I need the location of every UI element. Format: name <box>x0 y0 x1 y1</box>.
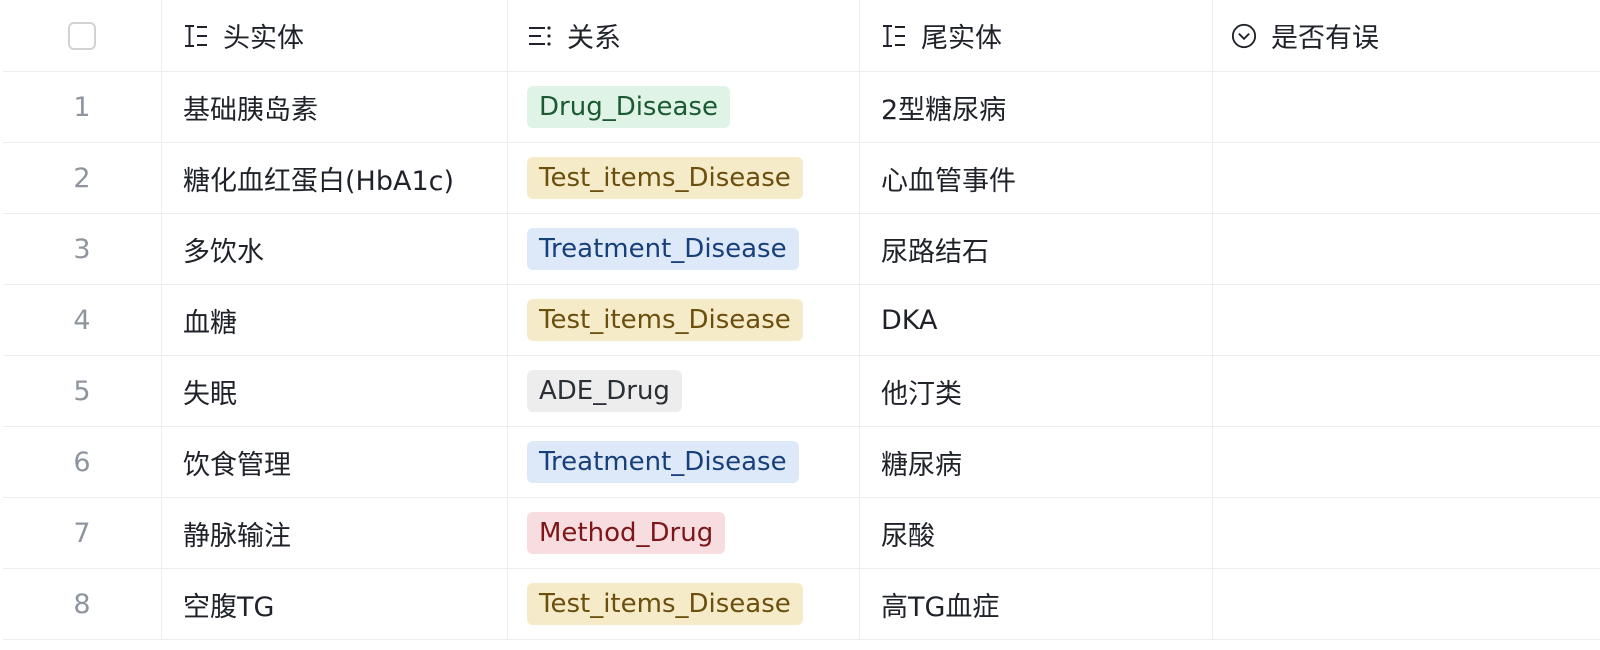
is-error-cell[interactable] <box>1213 214 1600 284</box>
table-row[interactable]: 5 失眠 ADE_Drug 他汀类 <box>3 356 1600 427</box>
tail-entity-cell[interactable]: 尿酸 <box>860 498 1213 568</box>
data-table: 头实体 关系 尾实体 是否有误 1 基础胰岛素 Drug_Disease 2型糖尿病 2… <box>3 0 1600 640</box>
relation-tag: Test_items_Disease <box>527 299 803 341</box>
head-entity-text: 糖化血红蛋白(HbA1c) <box>183 165 455 197</box>
multi-select-icon <box>527 23 553 49</box>
row-number-cell: 6 <box>3 427 162 497</box>
is-error-cell[interactable] <box>1213 569 1600 639</box>
relation-tag: Method_Drug <box>527 512 726 554</box>
head-entity-cell[interactable]: 血糖 <box>162 285 508 355</box>
table-row[interactable]: 7 静脉输注 Method_Drug 尿酸 <box>3 498 1600 569</box>
row-number: 8 <box>73 588 91 620</box>
relation-tag: ADE_Drug <box>527 370 682 412</box>
row-number-cell: 4 <box>3 285 162 355</box>
tail-entity-cell[interactable]: 糖尿病 <box>860 427 1213 497</box>
relation-cell[interactable]: Treatment_Disease <box>508 214 860 284</box>
table-row[interactable]: 3 多饮水 Treatment_Disease 尿路结石 <box>3 214 1600 285</box>
head-entity-cell[interactable]: 静脉输注 <box>162 498 508 568</box>
row-number-cell: 1 <box>3 72 162 142</box>
head-entity-text: 失眠 <box>183 378 237 410</box>
tail-entity-text: 心血管事件 <box>881 165 1016 197</box>
head-entity-text: 静脉输注 <box>183 520 291 552</box>
tail-entity-text: DKA <box>881 304 938 336</box>
tail-entity-cell[interactable]: 2型糖尿病 <box>860 72 1213 142</box>
tail-entity-text: 2型糖尿病 <box>881 94 1007 126</box>
column-header-tail-entity[interactable]: 尾实体 <box>860 0 1213 71</box>
head-entity-cell[interactable]: 基础胰岛素 <box>162 72 508 142</box>
column-header-is-error[interactable]: 是否有误 <box>1213 0 1600 71</box>
select-all-checkbox[interactable] <box>68 21 96 50</box>
row-number: 3 <box>73 233 91 265</box>
table-row[interactable]: 4 血糖 Test_items_Disease DKA <box>3 285 1600 356</box>
row-number-cell: 7 <box>3 498 162 568</box>
table-row[interactable]: 6 饮食管理 Treatment_Disease 糖尿病 <box>3 427 1600 498</box>
relation-tag: Test_items_Disease <box>527 583 803 625</box>
is-error-cell[interactable] <box>1213 285 1600 355</box>
row-number: 5 <box>73 375 91 407</box>
relation-cell[interactable]: Method_Drug <box>508 498 860 568</box>
head-entity-cell[interactable]: 空腹TG <box>162 569 508 639</box>
table-body: 1 基础胰岛素 Drug_Disease 2型糖尿病 2 糖化血红蛋白(HbA1c) Tes… <box>3 72 1600 640</box>
is-error-cell[interactable] <box>1213 356 1600 426</box>
column-header-head-entity[interactable]: 头实体 <box>162 0 508 71</box>
relation-cell[interactable]: ADE_Drug <box>508 356 860 426</box>
row-number-cell: 3 <box>3 214 162 284</box>
relation-cell[interactable]: Drug_Disease <box>508 72 860 142</box>
tail-entity-cell[interactable]: 心血管事件 <box>860 143 1213 213</box>
column-header-label: 是否有误 <box>1271 23 1379 54</box>
head-entity-cell[interactable]: 糖化血红蛋白(HbA1c) <box>162 143 508 213</box>
relation-tag: Treatment_Disease <box>527 228 799 270</box>
column-header-label: 头实体 <box>223 23 304 54</box>
head-entity-cell[interactable]: 多饮水 <box>162 214 508 284</box>
is-error-cell[interactable] <box>1213 427 1600 497</box>
relation-cell[interactable]: Treatment_Disease <box>508 427 860 497</box>
row-number: 1 <box>73 91 91 123</box>
column-header-label: 关系 <box>567 23 621 54</box>
relation-cell[interactable]: Test_items_Disease <box>508 569 860 639</box>
table-header: 头实体 关系 尾实体 是否有误 <box>3 0 1600 72</box>
is-error-cell[interactable] <box>1213 143 1600 213</box>
column-header-label: 尾实体 <box>921 23 1002 54</box>
tail-entity-text: 他汀类 <box>881 378 962 410</box>
row-number: 4 <box>73 304 91 336</box>
tail-entity-cell[interactable]: 尿路结石 <box>860 214 1213 284</box>
relation-tag: Test_items_Disease <box>527 157 803 199</box>
table-row[interactable]: 2 糖化血红蛋白(HbA1c) Test_items_Disease 心血管事件 <box>3 143 1600 214</box>
head-entity-text: 基础胰岛素 <box>183 94 318 126</box>
head-entity-text: 空腹TG <box>183 591 275 623</box>
tail-entity-text: 尿酸 <box>881 520 935 552</box>
row-number-cell: 2 <box>3 143 162 213</box>
text-field-icon <box>183 23 209 49</box>
head-entity-text: 血糖 <box>183 307 237 339</box>
head-entity-cell[interactable]: 失眠 <box>162 356 508 426</box>
relation-tag: Drug_Disease <box>527 86 730 128</box>
tail-entity-text: 糖尿病 <box>881 449 962 481</box>
row-number: 6 <box>73 446 91 478</box>
tail-entity-text: 尿路结石 <box>881 236 989 268</box>
row-number-cell: 5 <box>3 356 162 426</box>
tail-entity-cell[interactable]: 他汀类 <box>860 356 1213 426</box>
tail-entity-cell[interactable]: 高TG血症 <box>860 569 1213 639</box>
select-all-cell <box>3 0 162 71</box>
row-number: 2 <box>73 162 91 194</box>
tail-entity-cell[interactable]: DKA <box>860 285 1213 355</box>
is-error-cell[interactable] <box>1213 498 1600 568</box>
text-field-icon <box>881 23 907 49</box>
head-entity-cell[interactable]: 饮食管理 <box>162 427 508 497</box>
tail-entity-text: 高TG血症 <box>881 591 1000 623</box>
relation-tag: Treatment_Disease <box>527 441 799 483</box>
row-number: 7 <box>73 517 91 549</box>
is-error-cell[interactable] <box>1213 72 1600 142</box>
column-header-relation[interactable]: 关系 <box>508 0 860 71</box>
table-row[interactable]: 1 基础胰岛素 Drug_Disease 2型糖尿病 <box>3 72 1600 143</box>
head-entity-text: 饮食管理 <box>183 449 291 481</box>
row-number-cell: 8 <box>3 569 162 639</box>
head-entity-text: 多饮水 <box>183 236 264 268</box>
table-row[interactable]: 8 空腹TG Test_items_Disease 高TG血症 <box>3 569 1600 640</box>
single-select-icon <box>1231 23 1257 49</box>
relation-cell[interactable]: Test_items_Disease <box>508 143 860 213</box>
relation-cell[interactable]: Test_items_Disease <box>508 285 860 355</box>
